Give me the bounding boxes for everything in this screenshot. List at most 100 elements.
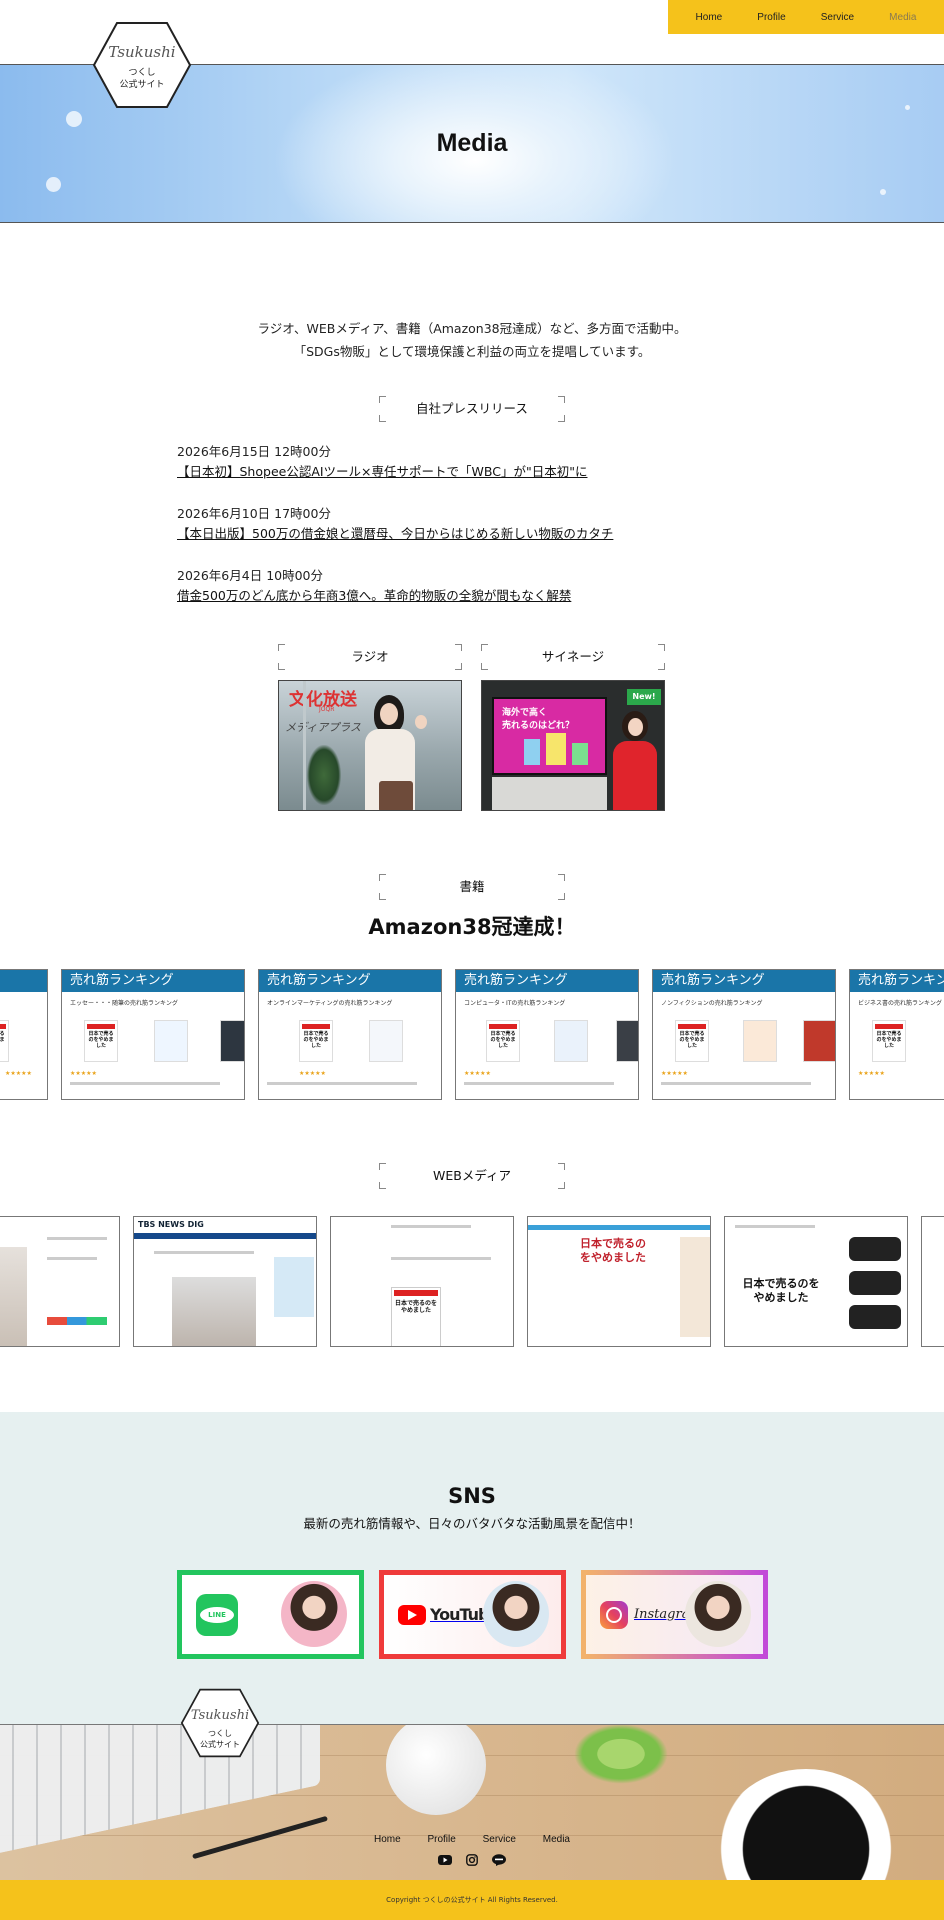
intro-text: ラジオ、WEBメディア、書籍（Amazon38冠達成）など、多方面で活動中。 「… [0,317,944,363]
web-media-heading-label: WEBメディア [433,1168,511,1183]
station-sub: JOQR [319,706,335,713]
footer: Home Profile Service Media [0,1724,944,1880]
book-cover-other [803,1020,835,1062]
person-body [613,741,657,810]
web-media-carousel[interactable]: TBS NEWS DIG 日本で売るのをやめました 日本で売るのをやめました 日… [0,1216,944,1347]
book-cover-other [154,1020,188,1062]
instagram-card[interactable]: Instagram [581,1570,768,1659]
web-media-card[interactable]: TBS NEWS DIG [133,1216,317,1347]
line-icon[interactable] [492,1854,506,1866]
instagram-icon [600,1600,628,1629]
nav-media[interactable]: Media [889,12,916,23]
rating-stars: ★★★★★ [299,1070,326,1077]
press-date: 2026年6月15日 12時00分 [177,444,331,459]
screen-product [572,743,588,765]
footer-nav: Home Profile Service Media [0,1834,944,1845]
screen-line1: 海外で高く [502,708,548,718]
ranking-carousel[interactable]: 売れ筋ランキング 日本で売るのをやめました ★★★★★ 売れ筋ランキング エッセ… [0,969,944,1100]
news-header: TBS NEWS DIG [138,1220,204,1229]
sns-subtitle: 最新の売れ筋情報や、日々のバタバタな活動風景を配信中！ [303,1516,641,1531]
line-icon-label: LINE [200,1606,234,1623]
sns-title: SNS [448,1484,496,1508]
kiosk-base [492,777,607,810]
press-link[interactable]: 【日本初】Shopee公認AIツール×専任サポートで「WBC」が"日本初"に [177,463,587,481]
ranking-card[interactable]: 売れ筋ランキング コンピュータ・ITの売れ筋ランキング 日本で売るのをやめました… [455,969,639,1100]
text-line [735,1225,815,1228]
rating-stars: ★★★★★ [661,1070,688,1077]
footer-nav-media[interactable]: Media [543,1834,570,1845]
text-line [47,1257,97,1260]
web-media-card[interactable] [921,1216,944,1347]
text-line [70,1082,220,1085]
ranking-card[interactable]: 売れ筋ランキング ビジネス書の売れ筋ランキング 日本で売るのをやめました ★★★… [849,969,944,1100]
book-cover: 日本で売るのをやめました [0,1020,9,1062]
avatar [685,1581,751,1647]
signage-photo[interactable]: 海外で高く 売れるのはどれ？ New! [481,680,665,811]
signage-card: サイネージ 海外で高く 売れるのはどれ？ New! [481,644,665,811]
press-link[interactable]: 借金500万のどん底から年商3億へ。革命的物販の全貌が間もなく解禁 [177,587,571,605]
logo-line2: 公式サイト [119,80,165,90]
book-cover-other [220,1020,244,1062]
press-heading: 自社プレスリリース [379,396,565,422]
press-item: 2026年6月10日 17時00分 【本日出版】500万の借金娘と還暦母、今日か… [177,505,777,543]
book-cover-title: 日本で売るのをやめました [394,1300,437,1314]
ranking-card[interactable]: 売れ筋ランキング ノンフィクションの売れ筋ランキング 日本で売るのをやめました … [652,969,836,1100]
signage-heading: サイネージ [481,644,665,670]
rating-stars: ★★★★★ [5,1070,32,1077]
footer-logo[interactable]: Tsukushi つくし 公式サイト [180,1688,260,1758]
radio-photo[interactable]: 文化放送 JOQR メディアプラス [278,680,462,811]
ranking-band: 売れ筋ランキング [850,970,944,992]
plant [307,745,341,805]
ranking-card[interactable]: 売れ筋ランキング エッセー・・・随筆の売れ筋ランキング 日本で売るのをやめました… [61,969,245,1100]
car-ad [849,1271,901,1295]
web-media-card[interactable] [0,1216,120,1347]
footer-nav-home[interactable]: Home [374,1834,401,1845]
car-ad [849,1237,901,1261]
car-ad [849,1305,901,1329]
handbag [379,781,413,810]
screen-line2: 売れるのはどれ？ [502,721,575,731]
web-media-card[interactable]: 日本で売るのをやめました [724,1216,908,1347]
plant-decor [566,1725,676,1789]
youtube-icon [398,1604,426,1625]
web-media-card[interactable]: 日本で売るのをやめました [527,1216,711,1347]
footer-nav-service[interactable]: Service [483,1834,516,1845]
screen-product [524,739,540,765]
instagram-icon[interactable] [466,1854,478,1866]
sns-section: SNS 最新の売れ筋情報や、日々のバタバタな活動風景を配信中！ LINE You… [0,1412,944,1724]
text-line [464,1082,614,1085]
line-card[interactable]: LINE [177,1570,364,1659]
bokeh-dot [905,105,910,110]
ranking-card[interactable]: 売れ筋ランキング オンラインマーケティングの売れ筋ランキング 日本で売るのをやめ… [258,969,442,1100]
nav-home[interactable]: Home [696,12,723,23]
web-media-heading: WEBメディア [379,1163,565,1189]
footer-nav-profile[interactable]: Profile [427,1834,455,1845]
text-line [661,1082,811,1085]
ranking-card[interactable]: 売れ筋ランキング 日本で売るのをやめました ★★★★★ [0,969,48,1100]
text-line [154,1251,254,1254]
signage-heading-label: サイネージ [541,649,605,664]
logo-script: Tsukushi [190,1708,250,1723]
sidebar-ad [274,1257,314,1317]
nav-profile[interactable]: Profile [757,12,785,23]
bokeh-dot [66,111,82,127]
nav-service[interactable]: Service [821,12,854,23]
book-cover-large: 日本で売るのをやめました [391,1287,441,1346]
copyright: Copyright つくしの公式サイト All Rights Reserved. [0,1880,944,1920]
site-logo[interactable]: Tsukushi つくし 公式サイト [92,21,192,109]
radio-heading-label: ラジオ [351,649,389,664]
book-cover-other [743,1020,777,1062]
press-item: 2026年6月15日 12時00分 【日本初】Shopee公認AIツール×専任サ… [177,443,777,481]
avatar [483,1581,549,1647]
green-sign: New! [627,689,661,705]
logo-line2: 公式サイト [200,1740,240,1749]
web-media-card[interactable]: 日本で売るのをやめました [330,1216,514,1347]
youtube-card[interactable]: YouTube [379,1570,566,1659]
press-date: 2026年6月10日 17時00分 [177,506,331,521]
book-promo: 日本で売るのをやめました [742,1277,820,1304]
footer-social [0,1854,944,1866]
line-icon: LINE [196,1593,238,1636]
press-link[interactable]: 【本日出版】500万の借金娘と還暦母、今日からはじめる新しい物販のカタチ [177,525,613,543]
youtube-icon[interactable] [438,1854,452,1866]
avatar [281,1581,347,1647]
